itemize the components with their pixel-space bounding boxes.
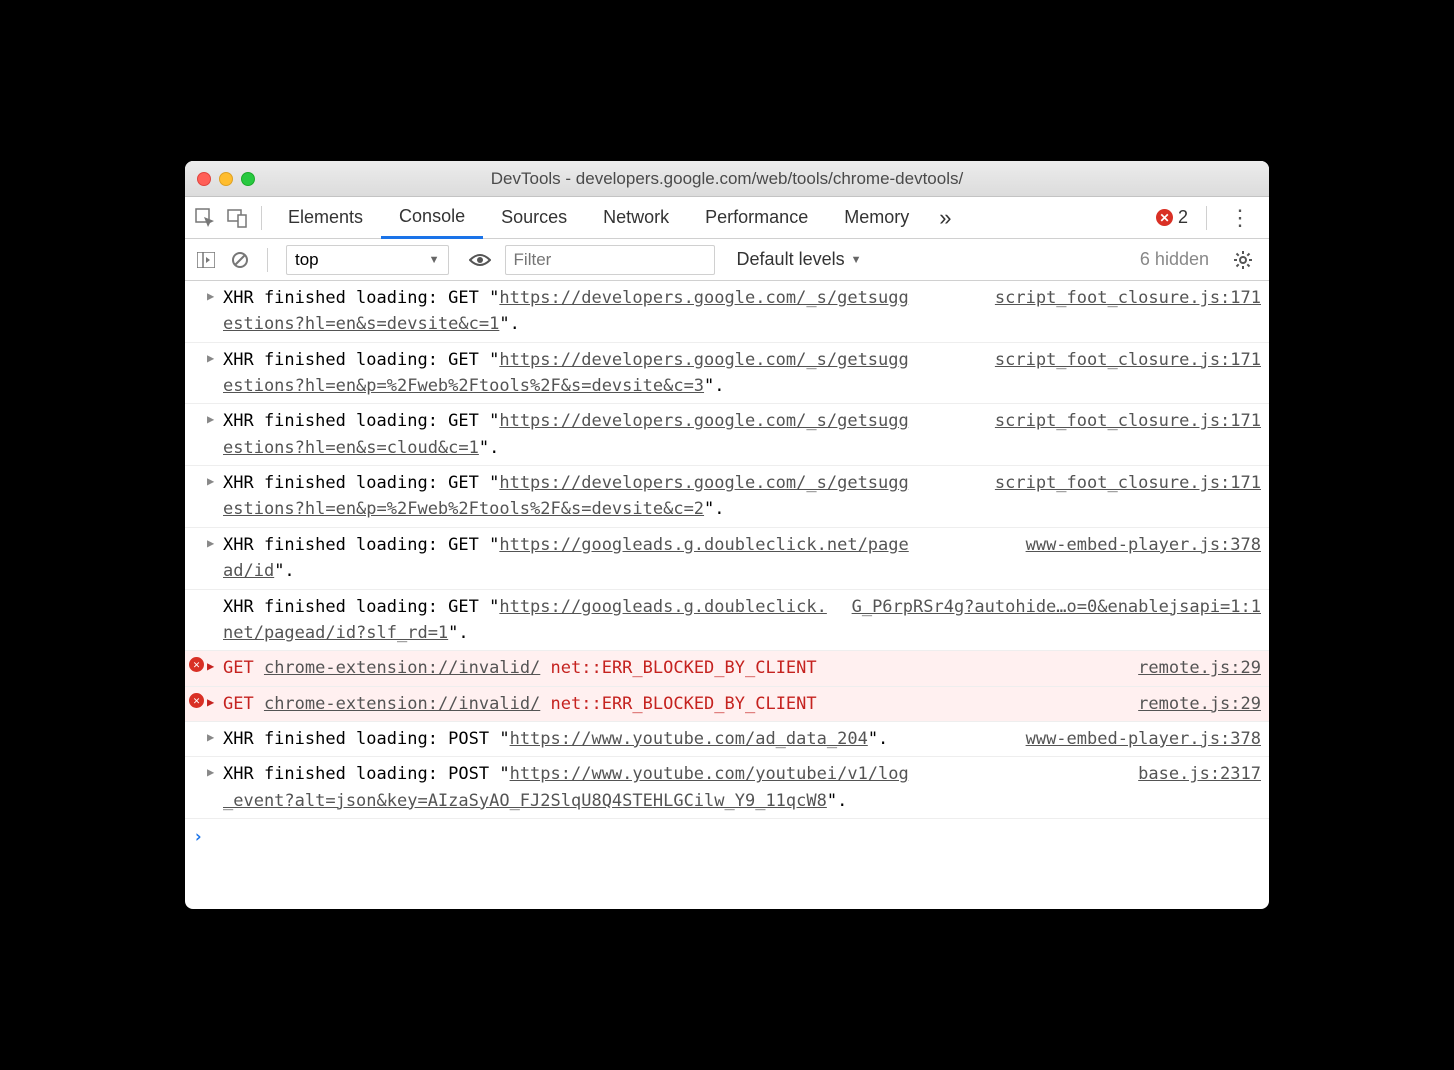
chevron-down-icon: ▼	[851, 254, 862, 266]
console-settings-icon[interactable]	[1223, 250, 1263, 270]
chevron-down-icon: ▼	[429, 254, 440, 266]
log-levels-select[interactable]: Default levels ▼	[719, 249, 880, 270]
clear-console-icon[interactable]	[225, 245, 255, 275]
close-window-button[interactable]	[197, 172, 211, 186]
expand-arrow-icon[interactable]: ▶	[207, 657, 214, 676]
log-message: GET chrome-extension://invalid/ net::ERR…	[223, 655, 817, 681]
tab-sources[interactable]: Sources	[483, 197, 585, 239]
console-log-row[interactable]: ▶ XHR finished loading: GET "https://deve…	[185, 466, 1269, 528]
console-output: ▶ XHR finished loading: GET "https://deve…	[185, 281, 1269, 819]
tab-elements[interactable]: Elements	[270, 197, 381, 239]
error-count: 2	[1178, 207, 1188, 228]
source-link[interactable]: remote.js:29	[1122, 655, 1269, 681]
source-link[interactable]: www-embed-player.js:378	[1010, 726, 1269, 752]
console-toolbar: top ▼ Default levels ▼ 6 hidden	[185, 239, 1269, 281]
context-select[interactable]: top ▼	[286, 245, 449, 275]
source-link[interactable]: script_foot_closure.js:171	[979, 347, 1269, 400]
levels-label: Default levels	[737, 249, 845, 270]
expand-arrow-icon[interactable]: ▶	[207, 472, 214, 491]
console-log-row[interactable]: ▶ XHR finished loading: GET "https://deve…	[185, 404, 1269, 466]
panel-tabs: Elements Console Sources Network Perform…	[270, 197, 1146, 239]
source-link[interactable]: base.js:2317	[1122, 761, 1269, 814]
titlebar: DevTools - developers.google.com/web/too…	[185, 161, 1269, 197]
expand-arrow-icon[interactable]: ▶	[207, 349, 214, 368]
log-message: XHR finished loading: GET "https://googl…	[223, 532, 911, 585]
hidden-count[interactable]: 6 hidden	[1130, 249, 1219, 270]
context-value: top	[295, 250, 319, 270]
log-message: XHR finished loading: GET "https://googl…	[223, 594, 836, 647]
console-log-row[interactable]: ▶ XHR finished loading: POST "https://www…	[185, 722, 1269, 757]
log-message: XHR finished loading: POST "https://www.…	[223, 726, 888, 752]
console-log-row[interactable]: ▶ XHR finished loading: GET "https://goog…	[185, 528, 1269, 590]
source-link[interactable]: script_foot_closure.js:171	[979, 470, 1269, 523]
inspect-element-icon[interactable]	[189, 197, 221, 239]
log-message: GET chrome-extension://invalid/ net::ERR…	[223, 691, 817, 717]
error-icon: ✕	[189, 693, 204, 708]
expand-arrow-icon[interactable]: ▶	[207, 728, 214, 747]
log-message: XHR finished loading: GET "https://devel…	[223, 285, 911, 338]
source-link[interactable]: G_P6rpRSr4g?autohide…o=0&enablejsapi=1:1	[836, 594, 1269, 647]
console-log-row[interactable]: ▶ XHR finished loading: GET "https://deve…	[185, 343, 1269, 405]
error-icon: ✕	[1156, 209, 1173, 226]
tab-performance[interactable]: Performance	[687, 197, 826, 239]
expand-arrow-icon[interactable]: ▶	[207, 410, 214, 429]
console-prompt[interactable]: ›	[185, 819, 1269, 909]
device-toolbar-icon[interactable]	[221, 197, 253, 239]
source-link[interactable]: script_foot_closure.js:171	[979, 408, 1269, 461]
expand-arrow-icon[interactable]: ▶	[207, 763, 214, 782]
tab-console[interactable]: Console	[381, 197, 483, 239]
main-toolbar: Elements Console Sources Network Perform…	[185, 197, 1269, 239]
expand-arrow-icon[interactable]: ▶	[207, 693, 214, 712]
console-log-row[interactable]: ▶ XHR finished loading: POST "https://www…	[185, 757, 1269, 819]
source-link[interactable]: script_foot_closure.js:171	[979, 285, 1269, 338]
source-link[interactable]: www-embed-player.js:378	[1010, 532, 1269, 585]
error-count-badge[interactable]: ✕ 2	[1146, 207, 1198, 228]
tabs-overflow-icon[interactable]: »	[927, 205, 963, 231]
expand-arrow-icon[interactable]: ▶	[207, 534, 214, 553]
minimize-window-button[interactable]	[219, 172, 233, 186]
settings-menu-icon[interactable]: ⋮	[1215, 205, 1265, 231]
log-message: XHR finished loading: GET "https://devel…	[223, 347, 911, 400]
error-icon: ✕	[189, 657, 204, 672]
log-message: XHR finished loading: GET "https://devel…	[223, 470, 911, 523]
tab-network[interactable]: Network	[585, 197, 687, 239]
console-log-row[interactable]: ▶ XHR finished loading: GET "https://deve…	[185, 281, 1269, 343]
console-error-row[interactable]: ✕▶ GET chrome-extension://invalid/ net::E…	[185, 651, 1269, 686]
traffic-lights	[197, 172, 255, 186]
sidebar-toggle-icon[interactable]	[191, 245, 221, 275]
console-error-row[interactable]: ✕▶ GET chrome-extension://invalid/ net::E…	[185, 687, 1269, 722]
filter-input[interactable]	[505, 245, 715, 275]
zoom-window-button[interactable]	[241, 172, 255, 186]
console-log-row[interactable]: XHR finished loading: GET "https://googl…	[185, 590, 1269, 652]
log-message: XHR finished loading: POST "https://www.…	[223, 761, 911, 814]
window-title: DevTools - developers.google.com/web/too…	[185, 169, 1269, 189]
log-message: XHR finished loading: GET "https://devel…	[223, 408, 911, 461]
expand-arrow-icon[interactable]: ▶	[207, 287, 214, 306]
devtools-window: DevTools - developers.google.com/web/too…	[185, 161, 1269, 909]
tab-memory[interactable]: Memory	[826, 197, 927, 239]
source-link[interactable]: remote.js:29	[1122, 691, 1269, 717]
live-expression-icon[interactable]	[459, 252, 501, 268]
